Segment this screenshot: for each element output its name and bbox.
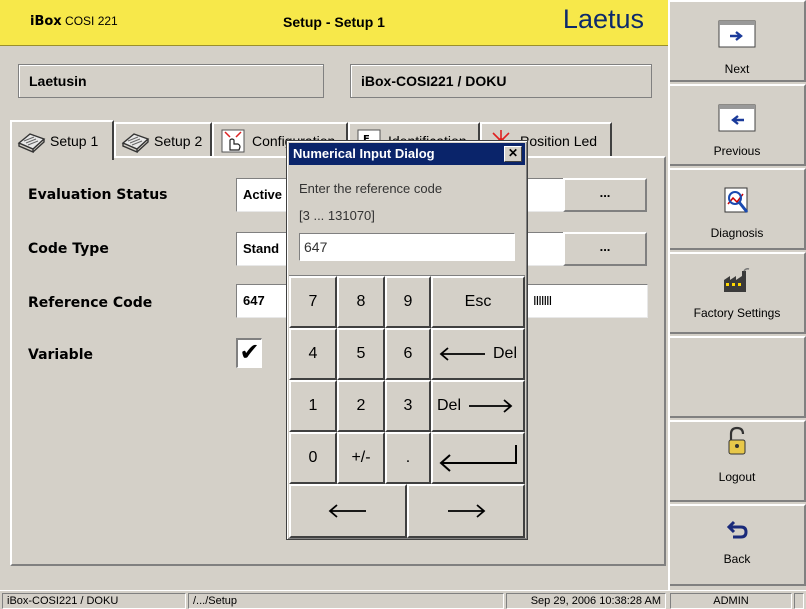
previous-label: Previous [713, 144, 761, 158]
key-4[interactable]: 4 [289, 328, 337, 380]
left-arrow-icon [439, 347, 485, 361]
reference-code-barcode: IIIIIII [520, 284, 648, 318]
enter-button[interactable] [431, 432, 525, 484]
decimal-point-key[interactable]: . [385, 432, 431, 484]
code-type-label: Code Type [28, 241, 109, 257]
back-arrow-icon [726, 520, 748, 539]
numerical-input-dialog: Numerical Input Dialog ✕ Enter the refer… [286, 140, 528, 540]
back-label: Back [723, 552, 751, 566]
key-1[interactable]: 1 [289, 380, 337, 432]
title-bar: iBox COSI 221 Setup - Setup 1 Laetus [0, 0, 668, 46]
status-device: iBox-COSI221 / DOKU [2, 593, 186, 609]
cursor-left-button[interactable] [289, 484, 407, 538]
logout-label: Logout [718, 470, 756, 484]
diagnosis-button[interactable]: Diagnosis [670, 168, 806, 250]
left-arrow-icon [328, 504, 366, 518]
key-9[interactable]: 9 [385, 276, 431, 328]
status-indicator [794, 593, 804, 609]
laetus-logo: Laetus [562, 4, 644, 34]
diagnosis-magnifier-icon [724, 187, 749, 213]
sign-toggle-key[interactable]: +/- [337, 432, 385, 484]
tab-setup-1[interactable]: Setup 1 [10, 120, 114, 160]
key-0[interactable]: 0 [289, 432, 337, 484]
evaluation-status-browse-button[interactable]: ... [563, 178, 647, 212]
empty-sidebar-slot [670, 336, 806, 418]
hand-pointer-icon [221, 129, 245, 153]
tab-label: Setup 2 [154, 133, 203, 149]
back-button[interactable]: Back [670, 504, 806, 586]
right-arrow-icon [469, 399, 513, 413]
dialog-title-bar: Numerical Input Dialog ✕ [289, 143, 525, 165]
backspace-button[interactable]: Del [431, 328, 525, 380]
dialog-title: Numerical Input Dialog [293, 146, 435, 161]
key-3[interactable]: 3 [385, 380, 431, 432]
book-icon [121, 133, 150, 153]
diagnosis-label: Diagnosis [710, 226, 764, 240]
close-icon[interactable]: ✕ [504, 146, 522, 162]
next-arrow-icon [718, 20, 756, 48]
key-7[interactable]: 7 [289, 276, 337, 328]
dialog-prompt: Enter the reference code [299, 181, 443, 196]
code-type-browse-button[interactable]: ... [563, 232, 647, 266]
cursor-right-button[interactable] [407, 484, 525, 538]
variable-label: Variable [28, 347, 93, 363]
factory-settings-label: Factory Settings [693, 306, 781, 320]
numeric-keypad: 7 8 9 Esc 4 5 6 Del 1 2 3 Del 0 +/- . [289, 275, 525, 539]
key-5[interactable]: 5 [337, 328, 385, 380]
escape-button[interactable]: Esc [431, 276, 525, 328]
key-6[interactable]: 6 [385, 328, 431, 380]
line-name-box: Laetusin [18, 64, 324, 98]
book-icon [17, 133, 46, 153]
next-label: Next [724, 62, 750, 76]
reference-code-label: Reference Code [28, 295, 153, 311]
status-datetime: Sep 29, 2006 10:38:28 AM [506, 593, 666, 609]
status-user: ADMIN [670, 593, 792, 609]
dialog-range: [3 ... 131070] [299, 208, 375, 223]
next-button[interactable]: Next [670, 0, 806, 82]
tab-label: Setup 1 [50, 133, 99, 149]
key-8[interactable]: 8 [337, 276, 385, 328]
previous-button[interactable]: Previous [670, 84, 806, 166]
tab-label: Position Led [520, 133, 598, 149]
backspace-label: Del [492, 345, 517, 362]
numeric-input[interactable]: 647 [299, 233, 515, 261]
logout-button[interactable]: Logout [670, 420, 806, 502]
delete-button[interactable]: Del [431, 380, 525, 432]
status-path: /.../Setup [188, 593, 504, 609]
factory-icon [724, 268, 750, 292]
variable-checkbox[interactable]: ✔ [236, 338, 262, 368]
key-2[interactable]: 2 [337, 380, 385, 432]
sidebar: Next Previous Diagnosis Factory Settings [668, 0, 806, 592]
padlock-icon [728, 426, 746, 455]
factory-settings-button[interactable]: Factory Settings [670, 252, 806, 334]
device-name-box: iBox-COSI221 / DOKU [350, 64, 652, 98]
right-arrow-icon [448, 504, 486, 518]
status-bar: iBox-COSI221 / DOKU /.../Setup Sep 29, 2… [0, 590, 806, 609]
evaluation-status-label: Evaluation Status [28, 187, 168, 203]
previous-arrow-icon [718, 104, 756, 132]
tab-setup-2[interactable]: Setup 2 [114, 122, 212, 158]
enter-icon [439, 445, 517, 472]
delete-label: Del [437, 397, 462, 414]
